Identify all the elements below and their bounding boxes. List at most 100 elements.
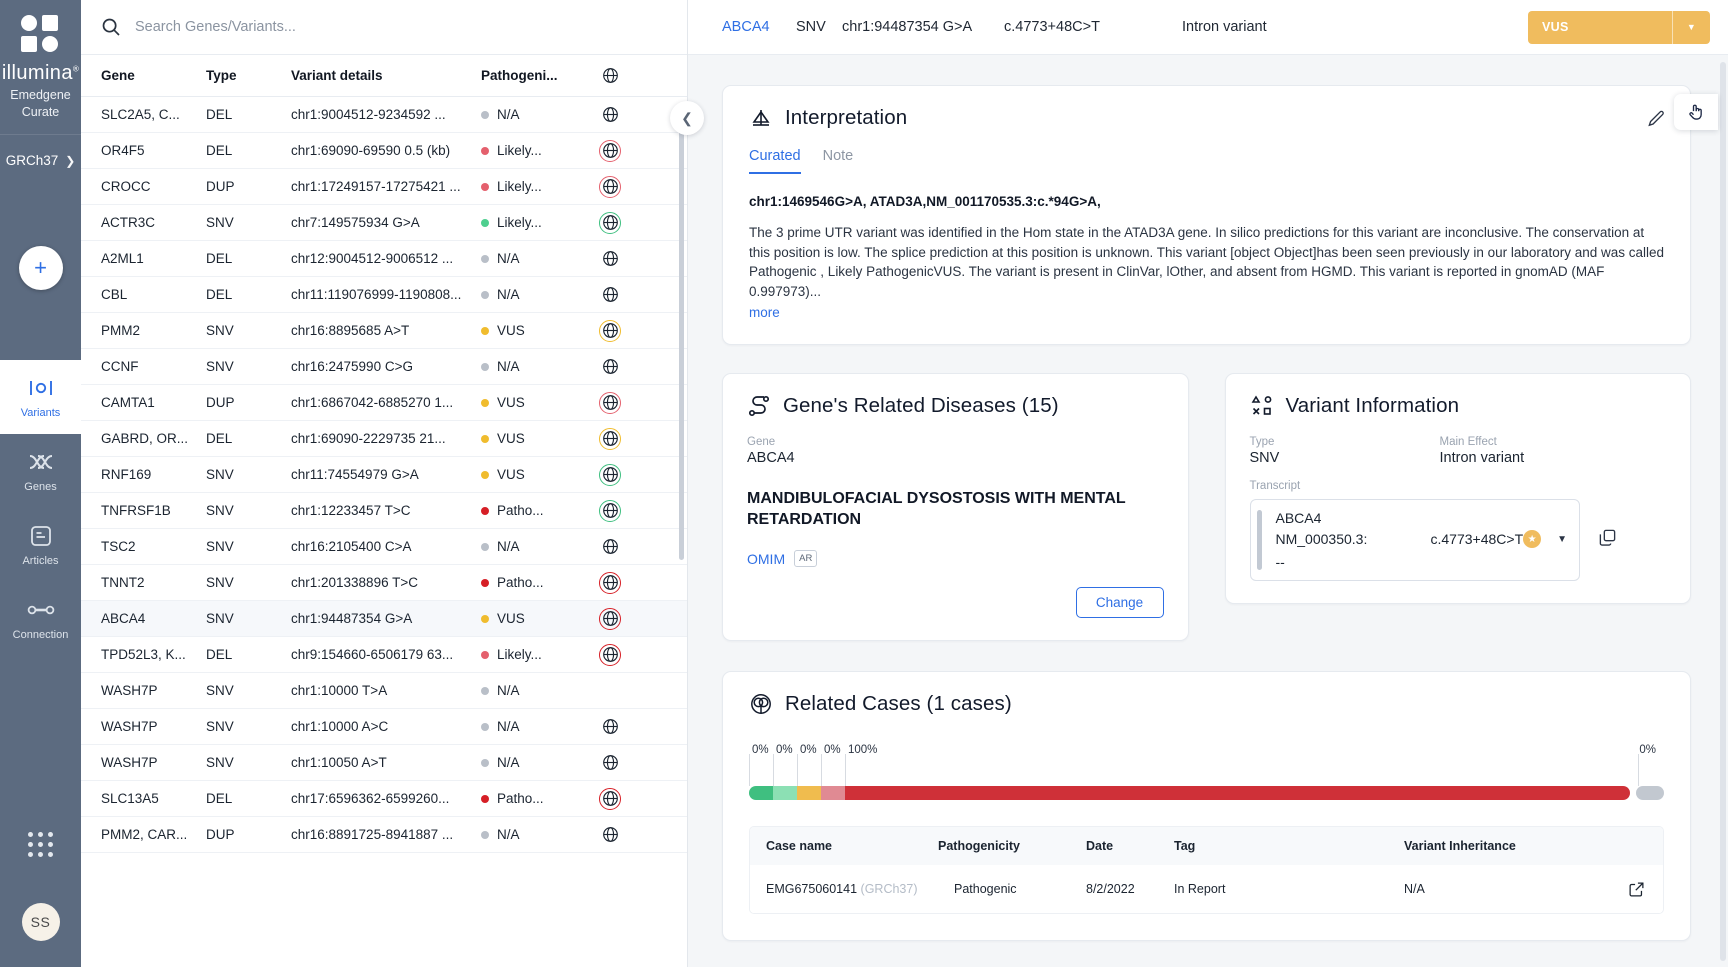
cell-pathogenicity: Patho... [481, 503, 573, 518]
topbar-type: SNV [796, 19, 842, 35]
globe-ring[interactable] [599, 392, 621, 414]
copy-icon[interactable] [1598, 528, 1617, 547]
case-name-cell: EMG675060141 (GRCh37) [766, 882, 938, 896]
table-row[interactable]: GABRD, OR...DELchr1:69090-2229735 21...V… [81, 421, 687, 457]
globe-ring[interactable] [599, 320, 621, 342]
globe-icon[interactable] [602, 574, 619, 591]
globe-icon[interactable] [602, 466, 619, 483]
external-link-icon[interactable] [1628, 881, 1645, 898]
table-row[interactable]: ACTR3CSNVchr7:149575934 G>ALikely... [81, 205, 687, 241]
classification-label: VUS [1528, 20, 1672, 34]
table-row[interactable]: SLC2A5, C...DELchr1:9004512-9234592 ...N… [81, 97, 687, 133]
sidebar-item-variants[interactable]: Variants [0, 360, 81, 434]
globe-icon[interactable] [602, 322, 619, 339]
omim-link[interactable]: OMIM [747, 551, 785, 567]
case-pathogenicity: Pathogenic [954, 882, 1017, 896]
search-input[interactable] [135, 19, 667, 35]
list-scrollbar[interactable] [679, 120, 684, 560]
topbar-gene[interactable]: ABCA4 [722, 19, 796, 35]
cards-row: Gene's Related Diseases (15) Gene ABCA4 … [722, 373, 1691, 641]
cell-globe [573, 572, 647, 594]
cell-globe [573, 212, 647, 234]
globe-icon[interactable] [602, 790, 619, 807]
globe-icon[interactable] [602, 502, 619, 519]
table-row[interactable]: CAMTA1DUPchr1:6867042-6885270 1...VUS [81, 385, 687, 421]
globe-icon[interactable] [602, 538, 619, 555]
table-row[interactable]: RNF169SNVchr11:74554979 G>AVUS [81, 457, 687, 493]
edit-interpretation-button[interactable] [1646, 109, 1666, 129]
status-dot [481, 687, 489, 695]
globe-icon[interactable] [602, 106, 619, 123]
collapse-panel-button[interactable]: ❮ [670, 101, 704, 135]
globe-ring[interactable] [599, 788, 621, 810]
globe-icon[interactable] [602, 214, 619, 231]
table-row[interactable]: TSC2SNVchr16:2105400 C>AN/A [81, 529, 687, 565]
change-disease-button[interactable]: Change [1076, 587, 1164, 618]
globe-icon[interactable] [602, 358, 619, 375]
globe-icon[interactable] [602, 718, 619, 735]
globe-icon[interactable] [602, 826, 619, 843]
globe-icon[interactable] [602, 286, 619, 303]
variant-info-header: Variant Information [1250, 394, 1667, 418]
table-row[interactable]: EMG675060141 (GRCh37) Pathogenic 8/2/202… [750, 865, 1663, 913]
chart-value-label: 0% [776, 744, 793, 756]
globe-ring[interactable] [599, 428, 621, 450]
globe-icon[interactable] [602, 142, 619, 159]
table-row[interactable]: CROCCDUPchr1:17249157-17275421 ...Likely… [81, 169, 687, 205]
avatar[interactable]: SS [22, 903, 60, 941]
table-row[interactable]: TNNT2SNVchr1:201338896 T>CPatho... [81, 565, 687, 601]
sidebar-item-connection[interactable]: Connection [0, 582, 81, 656]
table-row[interactable]: PMM2, CAR...DUPchr16:8891725-8941887 ...… [81, 817, 687, 853]
globe-ring[interactable] [599, 464, 621, 486]
table-row[interactable]: A2ML1DELchr12:9004512-9006512 ...N/A [81, 241, 687, 277]
chevron-down-icon[interactable]: ▼ [1557, 534, 1567, 545]
show-more-link[interactable]: more [749, 305, 780, 320]
table-row[interactable]: SLC13A5DELchr17:6596362-6599260...Patho.… [81, 781, 687, 817]
detail-pane: ABCA4 SNV chr1:94487354 G>A c.4773+48C>T… [688, 0, 1728, 967]
cell-variant-details: chr7:149575934 G>A [291, 215, 481, 230]
globe-icon[interactable] [602, 646, 619, 663]
globe-ring[interactable] [599, 212, 621, 234]
table-row[interactable]: WASH7PSNVchr1:10050 A>TN/A [81, 745, 687, 781]
transcript-box[interactable]: ABCA4 NM_000350.3: c.4773+48C>T ★ ▼ -- [1250, 499, 1581, 581]
star-icon[interactable]: ★ [1523, 530, 1541, 548]
cell-pathogenicity: VUS [481, 611, 573, 626]
globe-ring[interactable] [599, 140, 621, 162]
pathogenicity-label: N/A [497, 251, 520, 266]
table-row[interactable]: PMM2SNVchr16:8895685 A>TVUS [81, 313, 687, 349]
globe-icon[interactable] [602, 754, 619, 771]
globe-ring[interactable] [599, 176, 621, 198]
table-row[interactable]: WASH7PSNVchr1:10000 A>CN/A [81, 709, 687, 745]
status-dot [481, 471, 489, 479]
pointer-tool-button[interactable] [1674, 94, 1718, 130]
globe-icon[interactable] [602, 430, 619, 447]
table-row[interactable]: OR4F5DELchr1:69090-69590 0.5 (kb)Likely.… [81, 133, 687, 169]
classification-button[interactable]: VUS ▼ [1528, 11, 1710, 44]
globe-ring[interactable] [599, 608, 621, 630]
tab-note[interactable]: Note [823, 148, 854, 174]
add-button[interactable]: + [19, 246, 63, 290]
globe-ring[interactable] [599, 572, 621, 594]
globe-icon[interactable] [602, 178, 619, 195]
detail-scrollbar[interactable] [1720, 62, 1726, 961]
globe-ring[interactable] [599, 644, 621, 666]
table-row[interactable]: CCNFSNVchr16:2475990 C>GN/A [81, 349, 687, 385]
sidebar-item-genes[interactable]: Genes [0, 434, 81, 508]
table-row[interactable]: TPD52L3, K...DELchr9:154660-6506179 63..… [81, 637, 687, 673]
tab-curated[interactable]: Curated [749, 148, 801, 174]
table-row[interactable]: TNFRSF1BSNVchr1:12233457 T>CPatho... [81, 493, 687, 529]
table-row[interactable]: ABCA4SNVchr1:94487354 G>AVUS [81, 601, 687, 637]
table-row[interactable]: WASH7PSNVchr1:10000 T>AN/A [81, 673, 687, 709]
apps-grid-icon[interactable] [28, 832, 53, 857]
hand-pointer-icon [1686, 102, 1706, 122]
globe-ring[interactable] [599, 500, 621, 522]
genome-build-selector[interactable]: GRCh37 ❯ [0, 135, 81, 184]
chevron-down-icon[interactable]: ▼ [1672, 11, 1710, 44]
globe-icon[interactable] [602, 610, 619, 627]
globe-icon[interactable] [602, 250, 619, 267]
sidebar-item-articles[interactable]: Articles [0, 508, 81, 582]
table-row[interactable]: CBLDELchr11:119076999-1190808...N/A [81, 277, 687, 313]
cell-type: DEL [206, 791, 291, 806]
globe-icon[interactable] [602, 394, 619, 411]
cell-gene: WASH7P [101, 683, 206, 698]
